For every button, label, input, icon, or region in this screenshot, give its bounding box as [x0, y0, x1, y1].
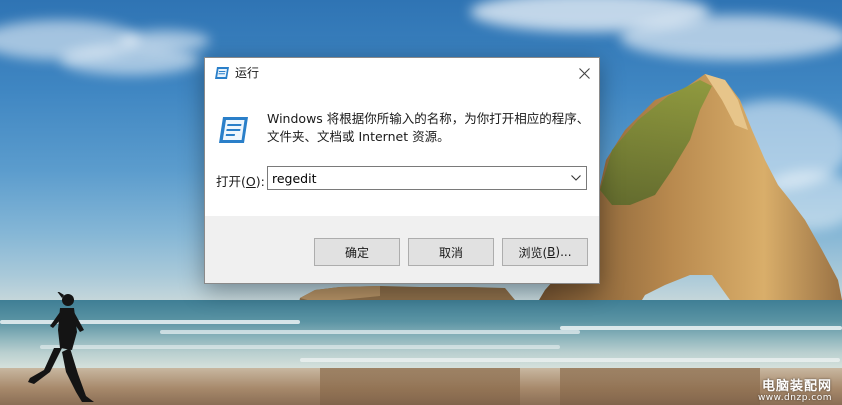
browse-access-key: B: [547, 245, 556, 259]
close-icon: [578, 67, 590, 79]
runner-silhouette: [28, 292, 94, 402]
chevron-down-icon: [571, 175, 581, 181]
dialog-description: Windows 将根据你所输入的名称，为你打开相应的程序、 文件夹、文档或 In…: [267, 110, 592, 146]
open-input[interactable]: [268, 167, 564, 189]
dropdown-button[interactable]: [566, 167, 586, 189]
watermark-title: 电脑装配网: [761, 378, 832, 394]
run-program-icon: [219, 117, 248, 143]
button-area: 确定 取消 浏览(B)...: [205, 216, 599, 283]
description-line-1: Windows 将根据你所输入的名称，为你打开相应的程序、: [267, 111, 590, 126]
run-icon: [215, 67, 229, 79]
open-access-key: O: [245, 174, 256, 189]
description-line-2: 文件夹、文档或 Internet 资源。: [267, 129, 450, 144]
open-label: 打开(O):: [216, 174, 265, 189]
watermark: 电脑装配网 www.dnzp.com: [758, 380, 832, 403]
browse-button[interactable]: 浏览(B)...: [502, 238, 588, 266]
watermark-url: www.dnzp.com: [757, 392, 832, 403]
ok-button[interactable]: 确定: [314, 238, 400, 266]
dialog-content: Windows 将根据你所输入的名称，为你打开相应的程序、 文件夹、文档或 In…: [205, 88, 599, 216]
close-button[interactable]: [569, 58, 599, 88]
open-combobox[interactable]: [267, 166, 587, 190]
dialog-title: 运行: [235, 66, 260, 80]
run-dialog: 运行 Windows 将根据你所输入的名称，为你打开相应的程序、 文件夹、文档或…: [204, 57, 600, 284]
cancel-button[interactable]: 取消: [408, 238, 494, 266]
title-bar[interactable]: 运行: [205, 58, 599, 88]
